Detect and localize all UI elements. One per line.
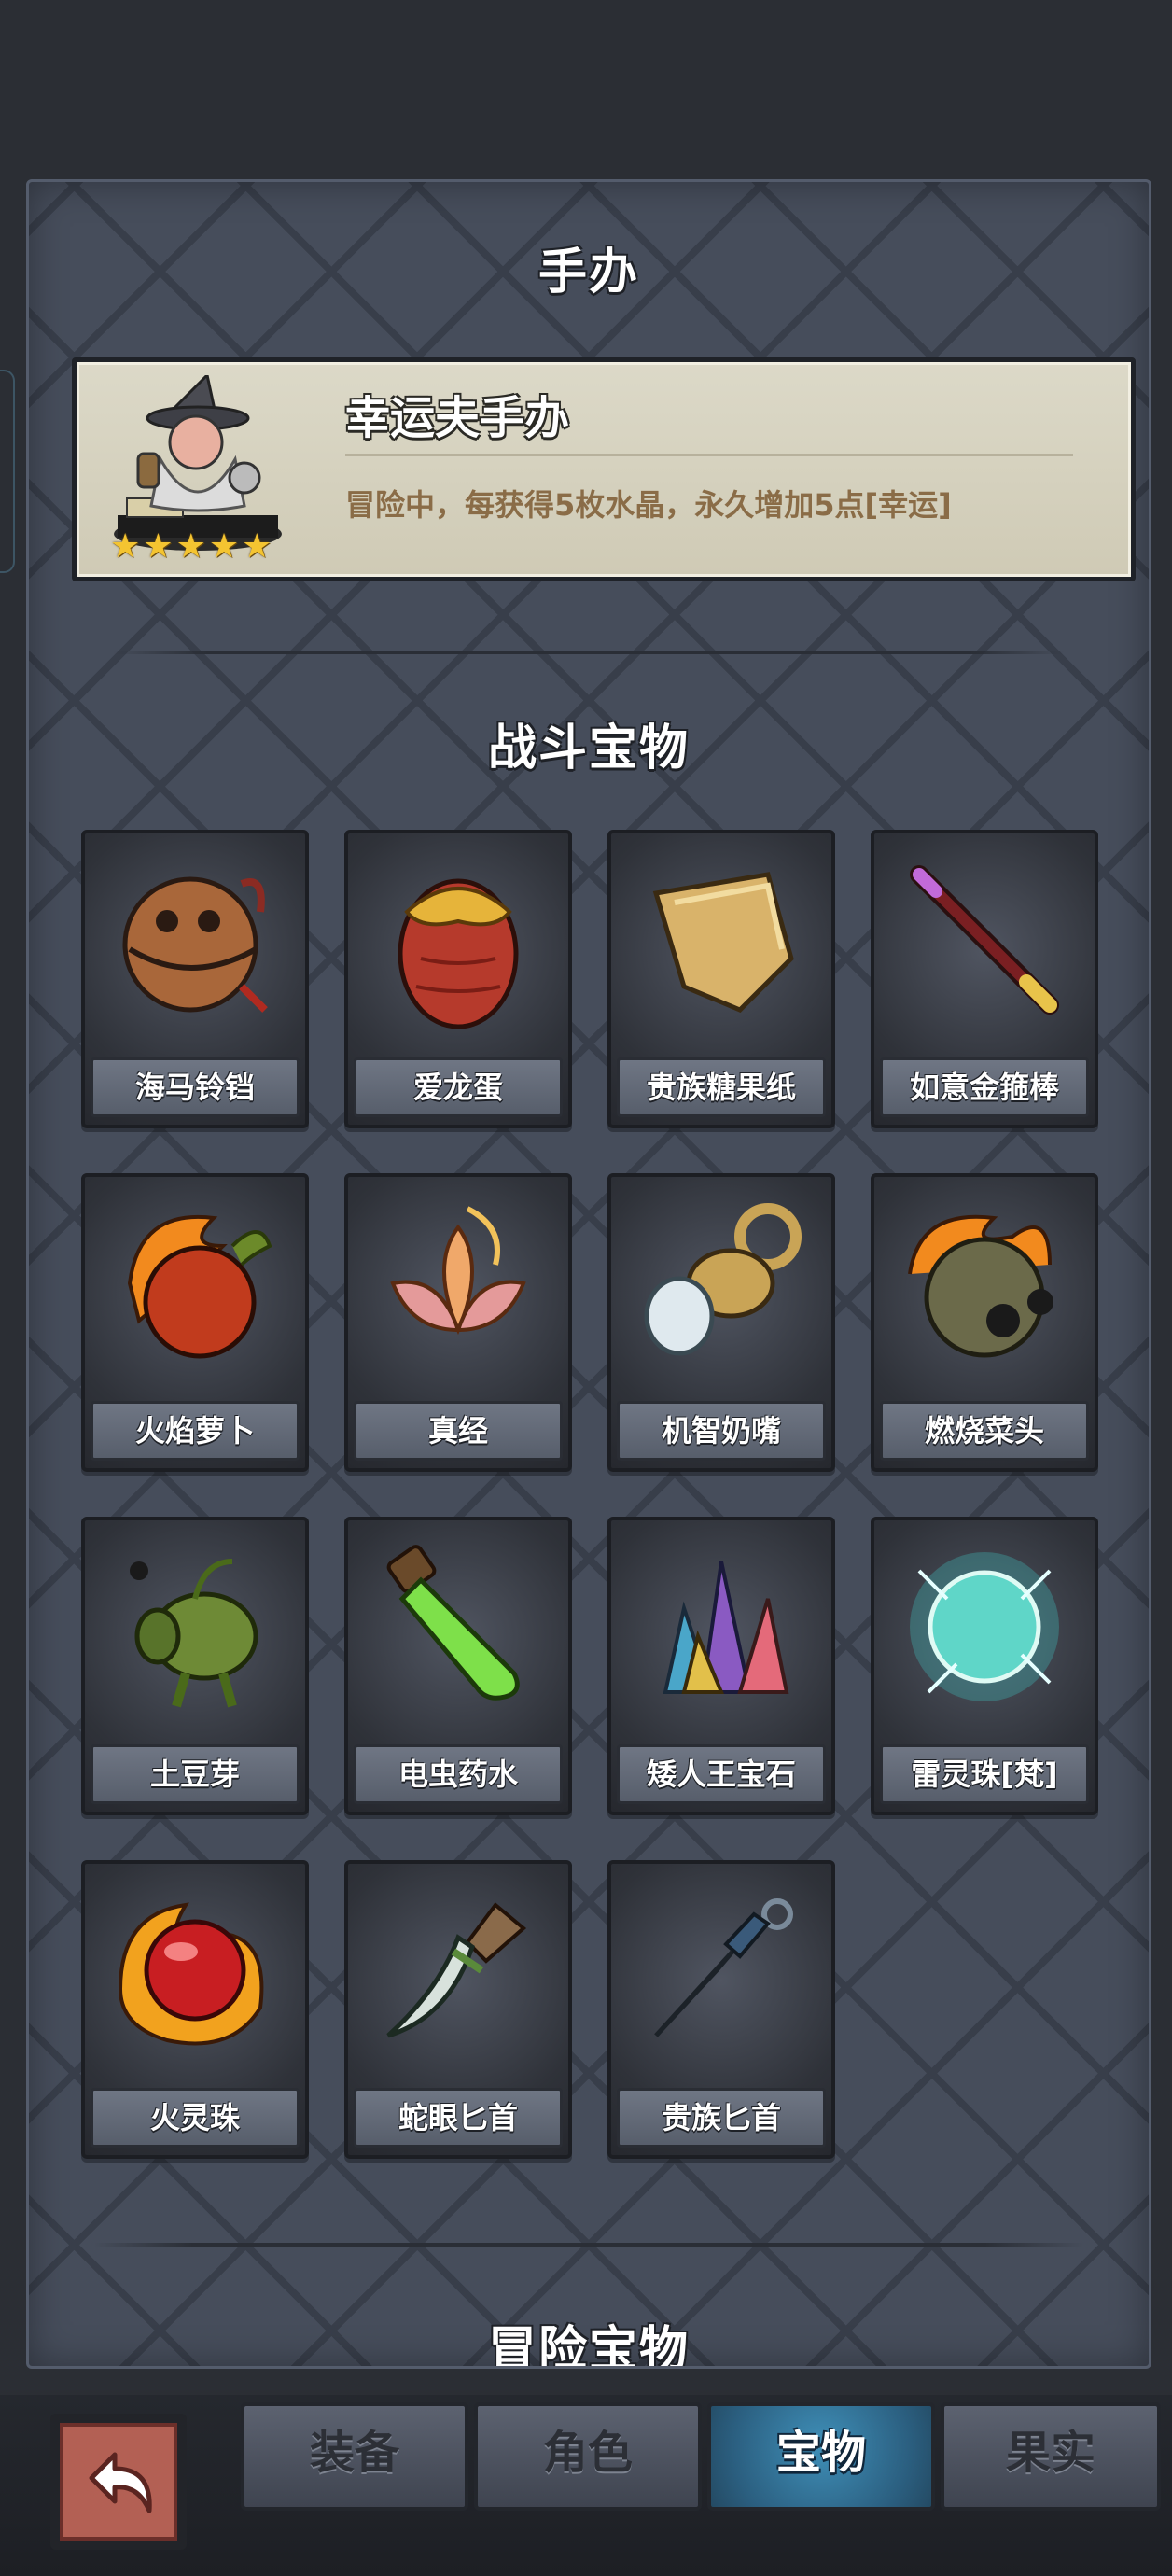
- item-card[interactable]: 燃烧菜头: [871, 1173, 1098, 1472]
- tab-character[interactable]: 角色: [474, 2402, 702, 2511]
- side-drawer-handle[interactable]: [0, 370, 15, 573]
- fire-radish-icon: [127, 1214, 272, 1359]
- item-label: 火灵珠: [91, 2088, 300, 2148]
- item-card[interactable]: 海马铃铛: [81, 830, 309, 1128]
- battle-section-title: 战斗宝物: [487, 721, 690, 777]
- bell-icon: [122, 876, 268, 1013]
- star-icon: ★: [208, 527, 240, 566]
- item-card[interactable]: 火灵珠: [81, 1860, 309, 2159]
- item-label: 贵族糖果纸: [617, 1057, 826, 1117]
- tab-fruit[interactable]: 果实: [941, 2402, 1161, 2511]
- thunder-orb-icon: [910, 1552, 1059, 1701]
- star-icon: ★: [242, 527, 272, 566]
- section-divider: [94, 2243, 1083, 2247]
- back-arrow-icon: [89, 2452, 152, 2513]
- figure-name: 幸运夫手办: [345, 392, 570, 444]
- golden-staff-icon: [910, 865, 1059, 1015]
- back-button[interactable]: [50, 2414, 187, 2550]
- item-card[interactable]: 爱龙蛋: [344, 830, 572, 1128]
- figure-card[interactable]: ★ ★ ★ ★ ★ 幸运夫手办 冒险中，每获得5枚水晶，永久增加5点[幸运]: [72, 357, 1136, 581]
- lotus-scripture-icon: [390, 1206, 526, 1336]
- item-label: 爱龙蛋: [354, 1057, 563, 1117]
- treasure-panel: 手办 ★ ★ ★ ★ ★ 幸运夫手办 冒险中，每获得5枚水晶，永久增加5点[幸运…: [26, 179, 1151, 2369]
- item-label: 如意金箍棒: [880, 1057, 1089, 1117]
- gem-crystals-icon: [663, 1561, 789, 1694]
- item-label: 火焰萝卜: [91, 1401, 300, 1461]
- item-card[interactable]: 土豆芽: [81, 1517, 309, 1815]
- item-label: 燃烧菜头: [880, 1401, 1089, 1461]
- noble-dagger-icon: [654, 1898, 793, 2037]
- item-card[interactable]: 真经: [344, 1173, 572, 1472]
- item-label: 蛇眼匕首: [354, 2088, 563, 2148]
- item-label: 贵族匕首: [617, 2088, 826, 2148]
- figure-divider: [345, 454, 1073, 456]
- figure-description: 冒险中，每获得5枚水晶，永久增加5点[幸运]: [345, 487, 952, 523]
- item-card[interactable]: 如意金箍棒: [871, 830, 1098, 1128]
- back-button-face: [60, 2423, 177, 2541]
- item-card[interactable]: 贵族糖果纸: [607, 830, 835, 1128]
- green-potion-icon: [386, 1545, 520, 1701]
- snake-dagger-icon: [386, 1902, 527, 2038]
- item-card[interactable]: 蛇眼匕首: [344, 1860, 572, 2159]
- item-label: 矮人王宝石: [617, 1744, 826, 1804]
- adventure-section-title: 冒险宝物: [487, 2322, 690, 2369]
- item-label: 真经: [354, 1401, 563, 1461]
- star-icon: ★: [110, 527, 141, 566]
- item-card[interactable]: 机智奶嘴: [607, 1173, 835, 1472]
- burning-cabbage-icon: [908, 1214, 1053, 1358]
- item-card[interactable]: 火焰萝卜: [81, 1173, 309, 1472]
- item-label: 机智奶嘴: [617, 1401, 826, 1461]
- section-divider: [113, 651, 1065, 654]
- item-label: 雷灵珠[梵]: [880, 1744, 1089, 1804]
- item-card[interactable]: 矮人王宝石: [607, 1517, 835, 1815]
- tab-equipment[interactable]: 装备: [241, 2402, 468, 2511]
- dragon-egg-icon: [398, 878, 519, 1029]
- item-label: 土豆芽: [91, 1744, 300, 1804]
- potato-sprout-icon: [130, 1559, 258, 1708]
- tab-treasure[interactable]: 宝物: [707, 2402, 935, 2511]
- item-label: 海马铃铛: [91, 1057, 300, 1117]
- item-card[interactable]: 电虫药水: [344, 1517, 572, 1815]
- item-card[interactable]: 贵族匕首: [607, 1860, 835, 2159]
- star-icon: ★: [143, 527, 174, 566]
- item-label: 电虫药水: [354, 1744, 563, 1804]
- item-card[interactable]: 雷灵珠[梵]: [871, 1517, 1098, 1815]
- figure-section-title: 手办: [537, 245, 639, 301]
- fire-orb-icon: [118, 1902, 264, 2046]
- star-rating: ★ ★ ★ ★ ★: [110, 530, 272, 564]
- bottom-nav-bar: 装备 角色 宝物 果实: [0, 2395, 1172, 2576]
- pacifier-icon: [644, 1203, 802, 1356]
- star-icon: ★: [175, 527, 206, 566]
- candy-wrapper-icon: [652, 872, 794, 1013]
